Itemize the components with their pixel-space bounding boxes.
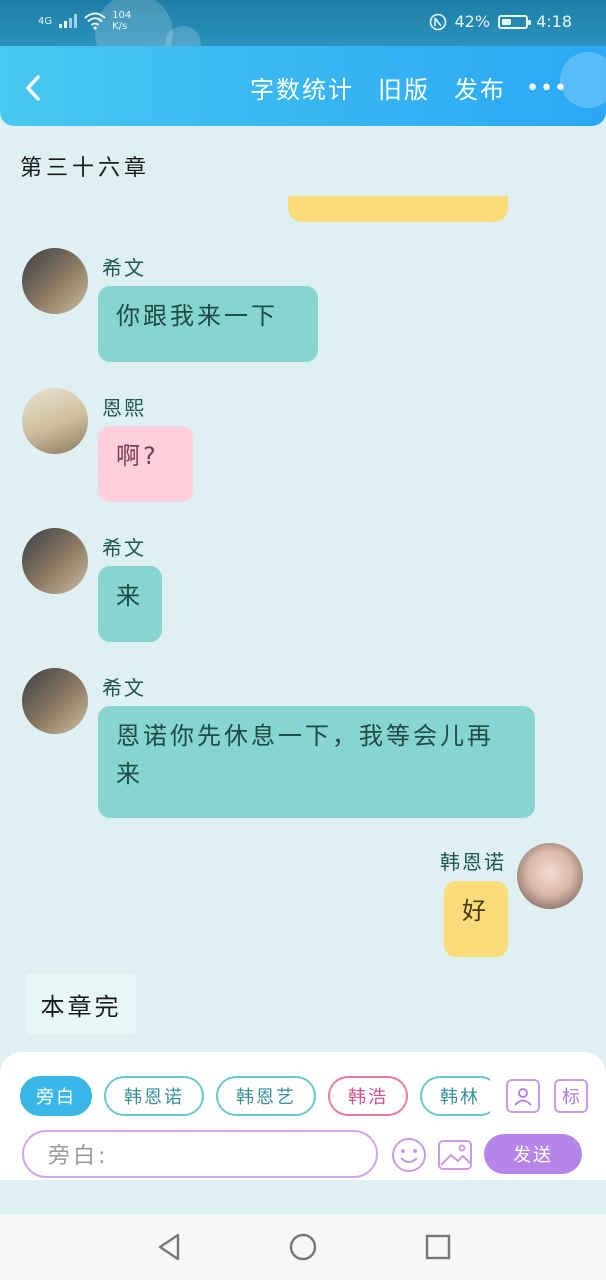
publish-button[interactable]: 发布 bbox=[454, 70, 506, 105]
message-bubble[interactable]: 你跟我来一下 bbox=[98, 286, 318, 362]
signal-icon bbox=[59, 14, 78, 28]
battery-icon bbox=[498, 14, 532, 29]
wifi-icon bbox=[84, 12, 106, 30]
editor-header: 字数统计 旧版 发布 ••• bbox=[0, 46, 606, 126]
system-navigation-bar bbox=[0, 1214, 606, 1280]
speed-value: 104 bbox=[112, 10, 132, 21]
message-bubble[interactable]: 好 bbox=[444, 881, 508, 957]
message-input[interactable]: 旁白: bbox=[22, 1130, 378, 1178]
chip-han-lin[interactable]: 韩林 bbox=[420, 1076, 490, 1116]
header-actions: 字数统计 旧版 发布 bbox=[250, 70, 506, 105]
system-status: 42% 4:18 bbox=[429, 12, 572, 31]
avatar[interactable] bbox=[22, 528, 88, 594]
chapter-title: 第三十六章 bbox=[20, 156, 151, 181]
emoji-icon[interactable] bbox=[390, 1136, 428, 1174]
chip-han-en-yi[interactable]: 韩恩艺 bbox=[216, 1076, 316, 1116]
back-arrow-icon[interactable] bbox=[18, 72, 50, 104]
chip-han-hao[interactable]: 韩浩 bbox=[328, 1076, 408, 1116]
avatar[interactable] bbox=[517, 843, 583, 909]
avatar[interactable] bbox=[22, 248, 88, 314]
partial-message-bubble[interactable] bbox=[288, 196, 508, 222]
input-panel: 旁白 韩恩诺 韩恩艺 韩浩 韩林 标 旁白: 发送 bbox=[0, 1052, 606, 1180]
chapter-end-label: 本章完 bbox=[26, 974, 136, 1034]
network-status: 4G 104 K/s bbox=[38, 10, 131, 32]
person-icon bbox=[514, 1088, 532, 1106]
avatar[interactable] bbox=[22, 668, 88, 734]
nav-back-icon[interactable] bbox=[154, 1232, 184, 1262]
chip-han-en-nuo[interactable]: 韩恩诺 bbox=[104, 1076, 204, 1116]
message-bubble[interactable]: 来 bbox=[98, 566, 162, 642]
more-options-button[interactable]: ••• bbox=[526, 76, 568, 101]
panel-bottom-spacer bbox=[0, 1180, 606, 1214]
avatar[interactable] bbox=[22, 388, 88, 454]
network-speed: 104 K/s bbox=[112, 10, 131, 32]
message-bubble[interactable]: 恩诺你先休息一下，我等会儿再来 bbox=[98, 706, 535, 818]
nav-recents-icon[interactable] bbox=[423, 1232, 453, 1262]
clock: 4:18 bbox=[536, 12, 572, 31]
character-selector: 旁白 韩恩诺 韩恩艺 韩浩 韩林 bbox=[20, 1076, 490, 1116]
speaker-name: 恩熙 bbox=[102, 396, 146, 420]
tag-button[interactable]: 标 bbox=[554, 1079, 588, 1113]
character-manage-button[interactable] bbox=[506, 1079, 540, 1113]
network-type: 4G bbox=[38, 15, 53, 27]
speaker-name: 希文 bbox=[102, 536, 146, 560]
speed-unit: K/s bbox=[112, 21, 128, 32]
silent-mode-icon bbox=[429, 13, 446, 30]
nav-home-icon[interactable] bbox=[288, 1232, 318, 1262]
old-version-button[interactable]: 旧版 bbox=[378, 70, 430, 105]
word-count-button[interactable]: 字数统计 bbox=[250, 70, 354, 105]
battery-percent: 42% bbox=[454, 12, 491, 31]
status-bar: 4G 104 K/s 42% 4:18 bbox=[0, 0, 606, 72]
chip-narration[interactable]: 旁白 bbox=[20, 1076, 92, 1116]
image-icon[interactable] bbox=[436, 1136, 474, 1174]
message-bubble[interactable]: 啊? bbox=[98, 426, 193, 502]
speaker-name: 韩恩诺 bbox=[440, 850, 506, 874]
speaker-name: 希文 bbox=[102, 676, 146, 700]
speaker-name: 希文 bbox=[102, 256, 146, 280]
battery-fill bbox=[502, 18, 512, 25]
send-button[interactable]: 发送 bbox=[484, 1134, 582, 1174]
